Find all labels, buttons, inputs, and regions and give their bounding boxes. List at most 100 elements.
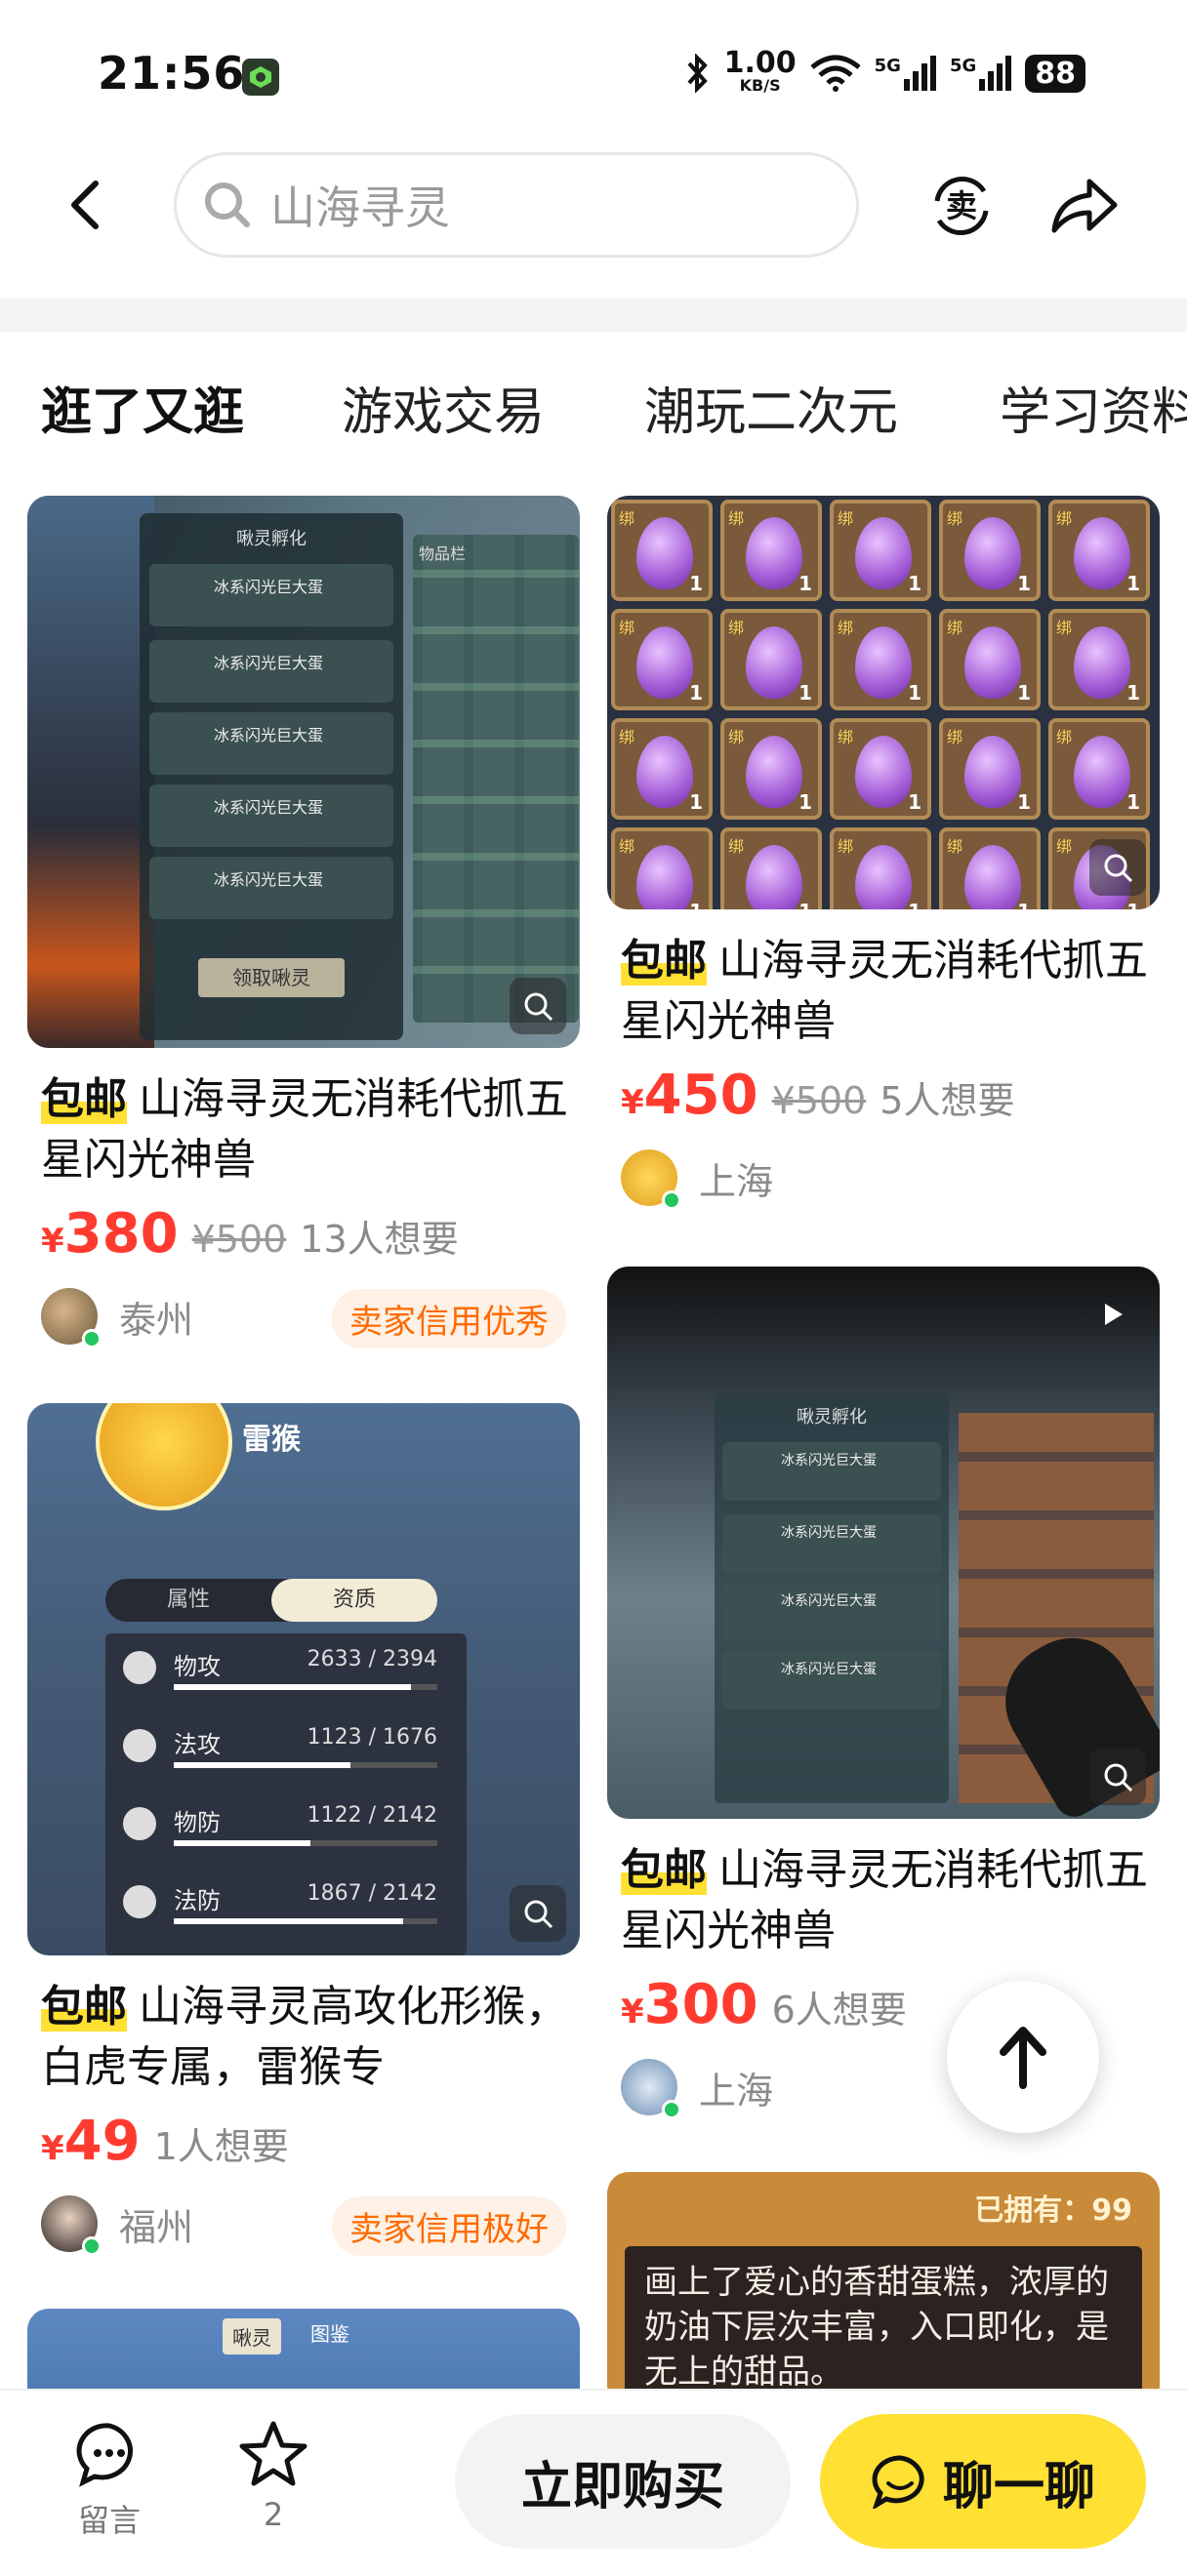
price: 380 xyxy=(63,1202,179,1266)
product-card[interactable]: 1绑1绑1绑1绑1绑1绑1绑1绑1绑1绑1绑1绑1绑1绑1绑1绑1绑1绑1绑1绑… xyxy=(607,496,1160,1210)
stat-bar-fill xyxy=(174,1762,350,1768)
seller-city: 泰州 xyxy=(119,1298,194,1342)
stat-icon xyxy=(123,1651,156,1684)
product-image[interactable]: 1绑1绑1绑1绑1绑1绑1绑1绑1绑1绑1绑1绑1绑1绑1绑1绑1绑1绑1绑1绑 xyxy=(607,496,1160,909)
egg-icon xyxy=(746,845,802,909)
avatar[interactable] xyxy=(41,2195,102,2256)
owned-count: 已拥有：99 xyxy=(974,2194,1132,2228)
hatch-panel: 啾灵孵化 冰系闪光巨大蛋 冰系闪光巨大蛋 冰系闪光巨大蛋 冰系闪光巨大蛋 冰系闪… xyxy=(140,513,403,1040)
stat-bar-fill xyxy=(174,1918,403,1924)
egg-slot: 1绑 xyxy=(1048,609,1150,710)
image-search-icon[interactable] xyxy=(510,978,566,1034)
free-shipping-tag: 包邮 xyxy=(621,1845,707,1895)
free-shipping-tag: 包邮 xyxy=(41,1982,127,2032)
product-card[interactable]: 啾灵 图鉴 xyxy=(27,2309,580,2389)
seller-info: 上海 xyxy=(621,1148,1160,1210)
product-card[interactable]: 啾灵孵化 冰系闪光巨大蛋 冰系闪光巨大蛋 冰系闪光巨大蛋 冰系闪光巨大蛋 包邮山… xyxy=(607,1267,1160,2119)
avatar[interactable] xyxy=(41,1288,102,1348)
tab-guang[interactable]: 逛了又逛 xyxy=(41,371,245,444)
egg-slot: 1绑 xyxy=(611,827,713,909)
egg-slot: 1绑 xyxy=(830,718,931,820)
stat-value: 1122 / 2142 xyxy=(307,1803,437,1828)
want-count: 13人想要 xyxy=(300,1218,459,1261)
egg-icon xyxy=(964,517,1021,589)
want-count: 5人想要 xyxy=(880,1079,1015,1122)
egg-icon xyxy=(636,517,693,589)
tab-game-trade[interactable]: 游戏交易 xyxy=(342,371,545,444)
image-search-icon[interactable] xyxy=(1089,1749,1146,1805)
product-image[interactable]: 啾灵孵化 冰系闪光巨大蛋 冰系闪光巨大蛋 冰系闪光巨大蛋 冰系闪光巨大蛋 xyxy=(607,1267,1160,1819)
share-button[interactable] xyxy=(1046,172,1121,240)
product-title: 包邮 山海寻灵无消耗代抓五星闪光神兽 xyxy=(41,1074,568,1185)
stat-list: 物攻 2633 / 2394 法攻 1123 / 1676 物防 1122 / 2142 法… xyxy=(105,1633,467,1955)
pet-name: 雷猴 xyxy=(242,1423,301,1457)
character-art xyxy=(27,496,154,1048)
product-title: 包邮 山海寻灵无消耗代抓五星闪光神兽 xyxy=(621,1845,1148,1955)
arrow-up-icon xyxy=(1000,2027,1046,2089)
stat-row: 物防 1122 / 2142 xyxy=(105,1790,467,1868)
stat-row: 法攻 1123 / 1676 xyxy=(105,1711,467,1790)
search-input[interactable]: 山海寻灵 xyxy=(174,152,859,258)
egg-slot: 1绑 xyxy=(830,609,931,710)
credit-badge: 卖家信用优秀 xyxy=(332,1289,566,1348)
search-placeholder: 山海寻灵 xyxy=(270,181,450,234)
product-card[interactable]: 雷猴 属性 资质 物攻 2633 / 2394 法攻 1123 / 1676 物防 112… xyxy=(27,1403,580,2256)
price-line: ¥450 ¥500 5人想要 xyxy=(621,1064,1015,1127)
egg-icon xyxy=(964,845,1021,909)
chat-bubble-icon xyxy=(76,2423,133,2487)
seller-city: 福州 xyxy=(119,2205,194,2249)
stat-row: 物攻 2633 / 2394 xyxy=(105,1633,467,1711)
stat-bar-fill xyxy=(174,1684,411,1690)
tab-study[interactable]: 学习资料 xyxy=(1000,371,1187,444)
avatar[interactable] xyxy=(621,2059,681,2119)
net-speed: 1.00 KB/S xyxy=(723,46,797,96)
favorite-button[interactable]: 2 xyxy=(215,2420,332,2533)
product-card[interactable]: 啾灵孵化 冰系闪光巨大蛋 冰系闪光巨大蛋 冰系闪光巨大蛋 冰系闪光巨大蛋 冰系闪… xyxy=(27,496,580,1348)
scroll-to-top-button[interactable] xyxy=(947,1981,1099,2133)
product-image[interactable]: 啾灵 图鉴 xyxy=(27,2309,580,2389)
tab-toys-acg[interactable]: 潮玩二次元 xyxy=(644,371,898,444)
product-card[interactable]: 已拥有：99 画上了爱心的香甜蛋糕，浓厚的奶油下层次丰富，入口即化，是无上的甜品… xyxy=(607,2172,1160,2389)
signal-icon: 5G xyxy=(950,56,1012,91)
image-search-icon[interactable] xyxy=(510,1885,566,1942)
egg-icon xyxy=(1074,736,1130,808)
battery-icon: 88 xyxy=(1025,54,1085,93)
stat-row: 法防 1867 / 2142 xyxy=(105,1868,467,1946)
egg-slot: 1绑 xyxy=(611,500,713,601)
egg-slot: 1绑 xyxy=(720,500,822,601)
egg-icon xyxy=(746,736,802,808)
avatar[interactable] xyxy=(621,1149,681,1210)
egg-slot: 1绑 xyxy=(939,609,1041,710)
product-title: 包邮 山海寻灵无消耗代抓五星闪光神兽 xyxy=(621,936,1148,1046)
chat-button[interactable]: 聊一聊 xyxy=(820,2414,1146,2549)
status-bar: 21:56 1.00 KB/S 5G 5G 88 xyxy=(0,0,1187,146)
star-icon xyxy=(239,2421,307,2486)
divider xyxy=(0,299,1187,332)
image-search-icon[interactable] xyxy=(1089,839,1146,896)
buy-now-button[interactable]: 立即购买 xyxy=(455,2414,791,2549)
video-play-icon xyxy=(1105,1304,1123,1325)
egg-icon xyxy=(964,626,1021,699)
price: 300 xyxy=(643,1973,758,2036)
item-description: 画上了爱心的香甜蛋糕，浓厚的奶油下层次丰富，入口即化，是无上的甜品。 xyxy=(625,2246,1142,2389)
product-image[interactable]: 雷猴 属性 资质 物攻 2633 / 2394 法攻 1123 / 1676 物防 112… xyxy=(27,1403,580,1955)
egg-slot: 1绑 xyxy=(830,500,931,601)
stat-bar xyxy=(174,1762,437,1768)
egg-slot: 1绑 xyxy=(611,718,713,820)
product-image[interactable]: 已拥有：99 画上了爱心的香甜蛋糕，浓厚的奶油下层次丰富，入口即化，是无上的甜品… xyxy=(607,2172,1160,2389)
price-line: ¥380 ¥500 13人想要 xyxy=(41,1202,459,1266)
stat-icon xyxy=(123,1807,156,1840)
original-price: ¥500 xyxy=(771,1079,867,1122)
inventory-grid: 物品栏 xyxy=(413,535,579,1023)
egg-icon xyxy=(1074,517,1130,589)
egg-slot: 1绑 xyxy=(830,827,931,909)
stat-icon xyxy=(123,1729,156,1762)
sell-button[interactable]: 卖 xyxy=(927,172,996,240)
seller-city: 上海 xyxy=(699,2069,774,2113)
message-button[interactable]: 留言 xyxy=(51,2420,168,2541)
back-button[interactable] xyxy=(59,176,117,234)
monkey-avatar xyxy=(96,1403,232,1510)
share-icon xyxy=(1051,179,1118,233)
stat-tabs: 属性 资质 xyxy=(105,1579,437,1622)
product-image[interactable]: 啾灵孵化 冰系闪光巨大蛋 冰系闪光巨大蛋 冰系闪光巨大蛋 冰系闪光巨大蛋 冰系闪… xyxy=(27,496,580,1048)
